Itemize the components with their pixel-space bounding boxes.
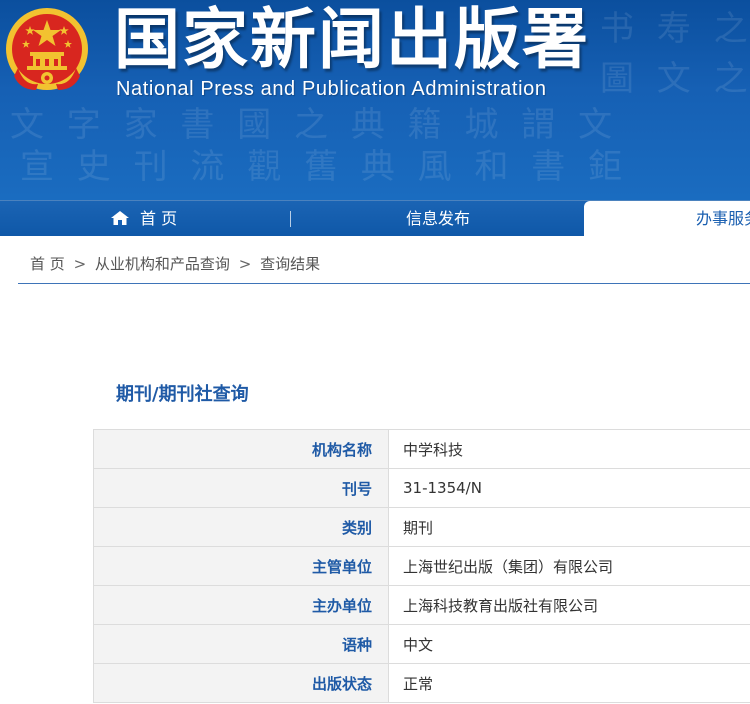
row-label: 出版状态: [93, 663, 389, 703]
table-row: 主办单位 上海科技教育出版社有限公司: [93, 585, 750, 625]
table-row: 语种 中文: [93, 624, 750, 664]
breadcrumb-separator: >: [238, 255, 252, 273]
result-table: 机构名称 中学科技 刊号 31-1354/N 类别 期刊 主管单位 上海世纪出版…: [93, 429, 750, 703]
row-value: 中学科技: [388, 429, 750, 469]
row-label: 语种: [93, 624, 389, 664]
calligraphy-decoration: 宣 史 刊 流 觀 舊 典 風 和 書 鉅: [20, 147, 629, 187]
table-row: 主管单位 上海世纪出版（集团）有限公司: [93, 546, 750, 586]
breadcrumb-current: 查询结果: [260, 255, 321, 273]
breadcrumb-level2[interactable]: 从业机构和产品查询: [95, 255, 230, 273]
row-value: 上海科技教育出版社有限公司: [388, 585, 750, 625]
table-row: 出版状态 正常: [93, 663, 750, 703]
nav-item-info[interactable]: 信息发布: [406, 201, 470, 237]
row-value: 正常: [388, 663, 750, 703]
calligraphy-decoration: 书 寿 之 福: [600, 9, 750, 49]
row-label: 机构名称: [93, 429, 389, 469]
calligraphy-decoration: 圖 文 之: [600, 59, 750, 99]
section-title: 期刊/期刊社查询: [116, 384, 249, 405]
breadcrumb: 首 页 > 从业机构和产品查询 > 查询结果: [30, 253, 320, 274]
row-value: 期刊: [388, 507, 750, 547]
row-label: 主管单位: [93, 546, 389, 586]
row-value: 31-1354/N: [388, 468, 750, 508]
breadcrumb-home[interactable]: 首 页: [30, 255, 65, 273]
calligraphy-decoration: 文 字 家 書 國 之 典 籍 城 謂 文: [10, 105, 619, 145]
row-value: 中文: [388, 624, 750, 664]
row-label: 类别: [93, 507, 389, 547]
national-emblem-icon: [6, 8, 88, 90]
table-row: 刊号 31-1354/N: [93, 468, 750, 508]
nav-separator: [290, 211, 291, 227]
home-icon: [111, 211, 129, 225]
main-nav: 首 页 信息发布 办事服务: [0, 200, 750, 237]
table-row: 类别 期刊: [93, 507, 750, 547]
row-value: 上海世纪出版（集团）有限公司: [388, 546, 750, 586]
breadcrumb-separator: >: [73, 255, 87, 273]
row-label: 主办单位: [93, 585, 389, 625]
breadcrumb-divider: [18, 283, 750, 284]
nav-home-label: 首 页: [140, 209, 178, 228]
table-row: 机构名称 中学科技: [93, 429, 750, 469]
nav-item-service[interactable]: 办事服务: [584, 201, 750, 237]
site-title-cn: 国家新闻出版署: [114, 1, 590, 78]
row-label: 刊号: [93, 468, 389, 508]
site-banner: 书 寿 之 福 文 字 家 書 國 之 典 籍 城 謂 文 宣 史 刊 流 觀 …: [0, 0, 750, 200]
site-title-en: National Press and Publication Administr…: [116, 78, 547, 100]
nav-item-home[interactable]: 首 页: [110, 201, 177, 237]
